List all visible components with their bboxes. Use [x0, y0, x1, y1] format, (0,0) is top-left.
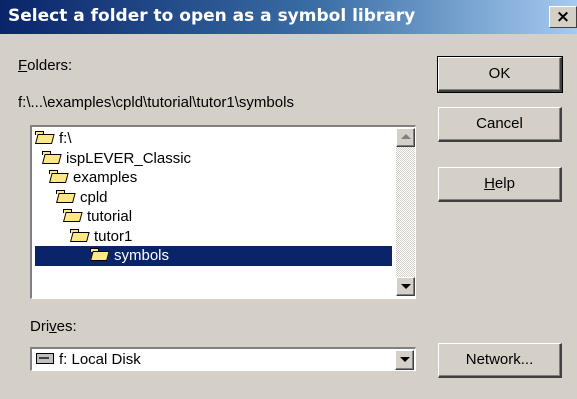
help-button[interactable]: Help — [438, 167, 562, 202]
cancel-button[interactable]: Cancel — [438, 107, 562, 142]
drives-dropdown[interactable]: f: Local Disk — [30, 347, 416, 371]
tree-item-label: f:\ — [59, 130, 72, 147]
tree-item-label: cpld — [80, 188, 108, 206]
current-path: f:\...\examples\cpld\tutorial\tutor1\sym… — [18, 94, 294, 111]
tree-item-label: tutorial — [87, 208, 133, 225]
tree-item-label: examples — [73, 169, 138, 186]
vertical-scrollbar[interactable] — [396, 128, 415, 296]
open-folder-icon — [63, 209, 81, 222]
open-folder-icon — [49, 170, 67, 183]
tree-item-label: tutor1 — [94, 227, 133, 245]
drives-label: Drives: — [30, 318, 77, 335]
tree-item[interactable]: symbols — [35, 246, 392, 266]
tree-item-label: symbols — [114, 247, 170, 264]
arrow-up-icon — [401, 134, 411, 139]
arrow-down-icon — [401, 284, 411, 289]
title-bar: Select a folder to open as a symbol libr… — [0, 0, 577, 34]
open-folder-icon — [42, 150, 60, 164]
tree-item[interactable]: cpld — [56, 188, 111, 208]
tree-item[interactable]: tutorial — [63, 207, 135, 227]
tree-item-label: ispLEVER_Classic — [66, 149, 192, 167]
folder-tree[interactable]: f:\ ispLEVER_Classic examples cpld tutorial t… — [30, 125, 416, 299]
drives-dropdown-button[interactable] — [395, 350, 414, 370]
tree-item[interactable]: examples — [49, 168, 140, 188]
selected-drive-label: f: Local Disk — [59, 351, 141, 368]
open-folder-icon — [35, 131, 53, 144]
window-title: Select a folder to open as a symbol libr… — [8, 6, 416, 26]
chevron-down-icon — [400, 357, 410, 362]
hard-disk-icon — [36, 353, 54, 364]
close-button[interactable]: × — [549, 6, 577, 28]
tree-item[interactable]: tutor1 — [70, 227, 135, 247]
tree-item[interactable]: ispLEVER_Classic — [42, 149, 194, 169]
scroll-up-button[interactable] — [396, 128, 415, 147]
tree-item[interactable]: f:\ — [35, 129, 75, 149]
folders-label: Folders: — [18, 57, 73, 74]
selected-drive: f: Local Disk — [36, 350, 141, 370]
scroll-down-button[interactable] — [396, 277, 415, 296]
close-icon: × — [555, 7, 571, 27]
open-folder-icon — [56, 189, 74, 203]
open-folder-icon — [70, 228, 88, 242]
network-button[interactable]: Network... — [438, 343, 562, 378]
ok-button[interactable]: OK — [437, 56, 563, 93]
open-folder-icon — [90, 248, 108, 261]
